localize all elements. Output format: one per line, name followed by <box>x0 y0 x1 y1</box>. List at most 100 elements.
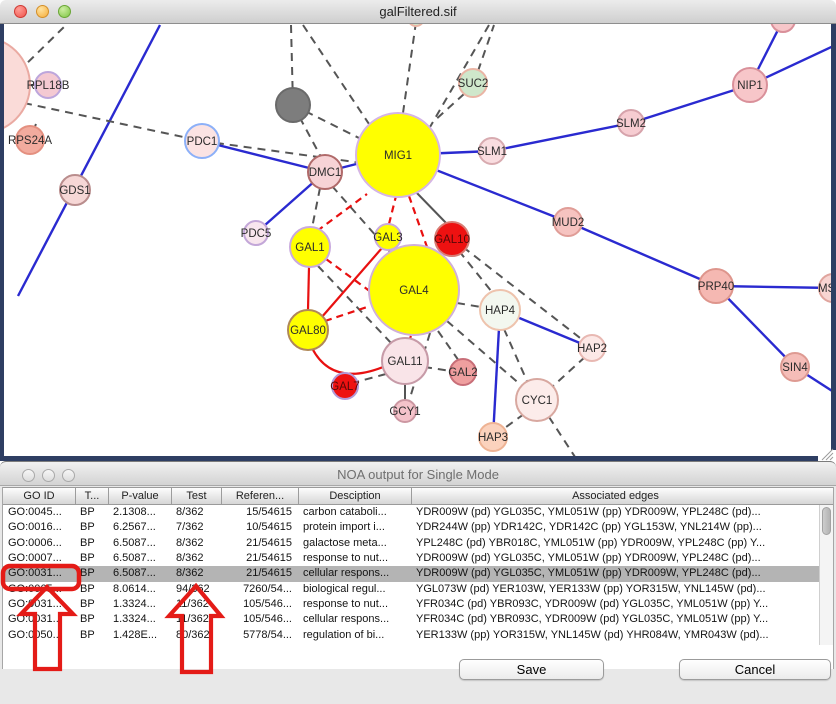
table-cell[interactable]: BP <box>75 597 108 612</box>
table-cell[interactable]: GO:0045... <box>3 505 75 520</box>
network-edge-blue[interactable] <box>631 85 750 123</box>
table-row[interactable]: GO:0031...BP6.5087...8/36221/54615cellul… <box>3 566 819 581</box>
node-big-left[interactable] <box>0 37 30 133</box>
table-cell[interactable]: response to nut... <box>298 551 411 566</box>
table-row[interactable]: GO:0006...BP6.5087...8/36221/54615galact… <box>3 536 819 551</box>
table-cell[interactable]: 6.5087... <box>108 566 171 581</box>
table-cell[interactable]: BP <box>75 505 108 520</box>
table-cell[interactable]: carbon cataboli... <box>298 505 411 520</box>
table-cell[interactable]: galactose meta... <box>298 536 411 551</box>
network-edge-gray-dash[interactable] <box>463 247 584 341</box>
cancel-button[interactable]: Cancel <box>679 659 831 680</box>
table-cell[interactable]: 8/362 <box>171 536 221 551</box>
table-cell[interactable]: GO:0031... <box>3 566 75 581</box>
table-cell[interactable]: 10/54615 <box>221 520 298 535</box>
column-header-t[interactable]: T... <box>75 488 108 504</box>
table-cell[interactable]: 1.3324... <box>108 612 171 627</box>
table-cell[interactable]: 21/54615 <box>221 551 298 566</box>
table-cell[interactable]: 6.5087... <box>108 551 171 566</box>
table-cell[interactable]: YFR034C (pd) YBR093C, YDR009W (pd) YGL03… <box>411 612 819 627</box>
table-cell[interactable]: BP <box>75 520 108 535</box>
network-edge-gray-dash[interactable] <box>356 374 386 382</box>
network-edge-red-dash[interactable] <box>325 306 370 321</box>
scrollbar-thumb[interactable] <box>822 507 831 535</box>
table-cell[interactable]: 15/54615 <box>221 505 298 520</box>
network-edge-red-solid[interactable] <box>312 348 383 374</box>
table-cell[interactable]: 21/54615 <box>221 536 298 551</box>
table-cell[interactable]: 8/362 <box>171 505 221 520</box>
network-edge-gray-dash[interactable] <box>312 188 320 228</box>
network-edge-red-dash[interactable] <box>389 196 396 224</box>
table-cell[interactable]: 11/362 <box>171 597 221 612</box>
table-cell[interactable]: cellular respons... <box>298 566 411 581</box>
network-canvas[interactable]: RPL18BRPS24AGDS1PDC1MIG1SUC2NIP1SLM2SLM1… <box>0 24 836 461</box>
table-cell[interactable]: YPL248C (pd) YBR018C, YML051W (pp) YDR00… <box>411 536 819 551</box>
network-edge-gray-dash[interactable] <box>549 417 577 460</box>
network-edge-gray-dash[interactable] <box>552 357 585 387</box>
table-cell[interactable]: BP <box>75 536 108 551</box>
table-cell[interactable]: GO:0007... <box>3 551 75 566</box>
network-edge-blue[interactable] <box>18 25 160 296</box>
table-cell[interactable]: 8/362 <box>171 566 221 581</box>
network-edge-blue[interactable] <box>568 222 716 286</box>
column-header-goid[interactable]: GO ID <box>3 488 75 504</box>
table-cell[interactable]: BP <box>75 612 108 627</box>
table-cell[interactable]: protein import i... <box>298 520 411 535</box>
column-header-referen[interactable]: Referen... <box>221 488 298 504</box>
table-cell[interactable]: GO:0031... <box>3 612 75 627</box>
network-edge-red-solid[interactable] <box>308 267 309 310</box>
table-cell[interactable]: GO:0006... <box>3 536 75 551</box>
table-cell[interactable]: BP <box>75 628 108 643</box>
network-edge-gray-dash[interactable] <box>457 303 481 307</box>
network-edge-gray-dash[interactable] <box>504 329 527 381</box>
network-edge-gray-dash[interactable] <box>403 24 416 113</box>
column-header-associatededges[interactable]: Associated edges <box>411 488 819 504</box>
table-cell[interactable]: 6.5087... <box>108 536 171 551</box>
table-cell[interactable]: 8/362 <box>171 551 221 566</box>
table-cell[interactable]: YGL073W (pd) YER103W, YER133W (pp) YOR31… <box>411 582 819 597</box>
node-cut-top-right[interactable] <box>771 24 795 32</box>
network-edge-red-dash[interactable] <box>409 196 427 247</box>
column-header-pvalue[interactable]: P-value <box>108 488 171 504</box>
table-cell[interactable]: GO:0050... <box>3 628 75 643</box>
table-cell[interactable]: regulation of bi... <box>298 628 411 643</box>
network-titlebar[interactable]: galFiltered.sif <box>0 0 836 24</box>
table-cell[interactable]: 1.428E... <box>108 628 171 643</box>
table-row[interactable]: GO:0065...BP8.0614...94/3627260/54...bio… <box>3 582 819 597</box>
table-cell[interactable]: 2.1308... <box>108 505 171 520</box>
table-cell[interactable]: 94/362 <box>171 582 221 597</box>
network-edge-red-dash[interactable] <box>317 194 367 231</box>
table-cell[interactable]: BP <box>75 566 108 581</box>
table-cell[interactable]: response to nut... <box>298 597 411 612</box>
node-nub-top[interactable] <box>408 24 424 26</box>
network-edge-blue[interactable] <box>492 123 631 151</box>
table-cell[interactable]: 105/546... <box>221 597 298 612</box>
table-cell[interactable]: 1.3324... <box>108 597 171 612</box>
network-edge-gray-dash[interactable] <box>438 331 459 361</box>
table-cell[interactable]: YER133W (pp) YOR315W, YNL145W (pd) YHR08… <box>411 628 819 643</box>
table-cell[interactable]: biological regul... <box>298 582 411 597</box>
table-row[interactable]: GO:0016...BP6.2567...7/36210/54615protei… <box>3 520 819 535</box>
column-header-test[interactable]: Test <box>171 488 221 504</box>
network-edge-gray-solid[interactable] <box>414 190 448 225</box>
network-edge-gray-dash[interactable] <box>433 94 464 122</box>
table-cell[interactable]: GO:0031... <box>3 597 75 612</box>
table-cell[interactable]: 80/362 <box>171 628 221 643</box>
noa-titlebar[interactable]: NOA output for Single Mode <box>0 461 836 486</box>
table-cell[interactable]: 11/362 <box>171 612 221 627</box>
table-cell[interactable]: GO:0065... <box>3 582 75 597</box>
table-cell[interactable]: 7260/54... <box>221 582 298 597</box>
table-cell[interactable]: BP <box>75 551 108 566</box>
table-cell[interactable]: YDR009W (pd) YGL035C, YML051W (pp) YDR00… <box>411 566 819 581</box>
save-button[interactable]: Save <box>459 659 604 680</box>
table-row[interactable]: GO:0007...BP6.5087...8/36221/54615respon… <box>3 551 819 566</box>
node-gray-node[interactable] <box>276 88 310 122</box>
table-cell[interactable]: GO:0016... <box>3 520 75 535</box>
table-cell[interactable]: BP <box>75 582 108 597</box>
table-cell[interactable]: 6.2567... <box>108 520 171 535</box>
table-cell[interactable]: YFR034C (pd) YBR093C, YDR009W (pd) YGL03… <box>411 597 819 612</box>
table-cell[interactable]: 105/546... <box>221 612 298 627</box>
table-row[interactable]: GO:0031...BP1.3324...11/362105/546...res… <box>3 597 819 612</box>
network-graph[interactable]: RPL18BRPS24AGDS1PDC1MIG1SUC2NIP1SLM2SLM1… <box>0 24 836 461</box>
table-row[interactable]: GO:0031...BP1.3324...11/362105/546...cel… <box>3 612 819 627</box>
